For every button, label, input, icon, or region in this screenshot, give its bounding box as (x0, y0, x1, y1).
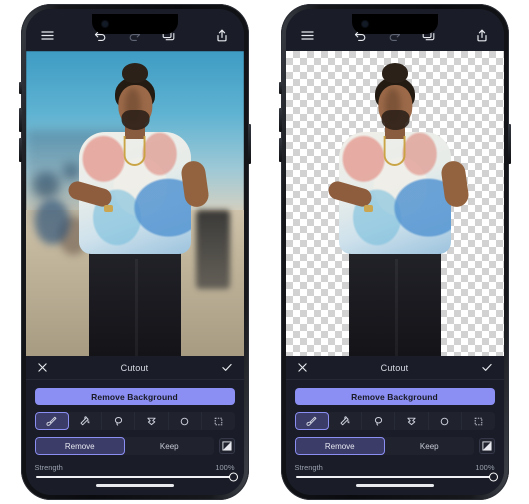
keep-mode-button[interactable]: Keep (385, 437, 474, 455)
power-button[interactable] (247, 124, 251, 164)
panel-body: Remove Background Remove Keep Strength 1… (26, 380, 244, 491)
invert-selection-icon[interactable] (218, 438, 235, 454)
subject-pants (88, 243, 181, 356)
canvas-right[interactable] (285, 51, 504, 356)
strength-value: 100% (215, 463, 235, 472)
mode-row: Remove Keep (294, 437, 495, 455)
mode-segmented-control: Remove Keep (294, 437, 474, 455)
magic-wand-tool[interactable] (329, 412, 363, 430)
subject-hair-bun (121, 63, 148, 84)
home-indicator (95, 484, 174, 487)
subject-necklace (383, 136, 406, 167)
checkmark-icon[interactable] (220, 361, 234, 375)
front-camera-icon (361, 21, 368, 27)
cutout-panel-right: Cutout Remove Background Remove Keep Str… (285, 356, 504, 495)
cutout-panel-left: Cutout Remove Background Remove Keep Str… (25, 356, 244, 495)
rectangle-select-tool[interactable] (462, 412, 494, 430)
brush-tool[interactable] (34, 412, 69, 430)
remove-mode-button[interactable]: Remove (34, 437, 125, 455)
phone-right: Cutout Remove Background Remove Keep Str… (278, 4, 511, 500)
canvas-left[interactable] (25, 51, 244, 356)
panel-title: Cutout (120, 362, 149, 373)
mode-row: Remove Keep (34, 437, 235, 455)
lasso-tool[interactable] (102, 412, 136, 430)
keep-mode-button[interactable]: Keep (125, 437, 214, 455)
subject-pants (348, 243, 441, 356)
rectangle-select-tool[interactable] (202, 412, 234, 430)
home-indicator (355, 484, 434, 487)
lasso-tool[interactable] (362, 412, 396, 430)
strength-slider[interactable] (35, 472, 238, 482)
subject-hair-bun (381, 63, 408, 84)
notch (351, 14, 438, 34)
panel-body: Remove Background Remove Keep Strength 1… (286, 380, 504, 491)
mute-switch[interactable] (279, 82, 282, 94)
polygon-lasso-tool[interactable] (395, 412, 429, 430)
remove-background-button[interactable]: Remove Background (34, 388, 235, 405)
checkmark-icon[interactable] (480, 361, 494, 375)
front-camera-icon (101, 21, 108, 27)
volume-up-button[interactable] (278, 108, 282, 132)
strength-label: Strength (294, 463, 323, 472)
panel-header: Cutout (285, 356, 504, 380)
volume-up-button[interactable] (18, 108, 22, 132)
strength-value: 100% (475, 463, 495, 472)
share-icon[interactable] (472, 26, 492, 44)
subject-beard (121, 110, 150, 131)
panel-title: Cutout (380, 362, 409, 373)
notch (91, 14, 178, 34)
tool-row (294, 412, 495, 430)
magic-wand-tool[interactable] (69, 412, 103, 430)
phone-right-screen: Cutout Remove Background Remove Keep Str… (285, 9, 504, 495)
power-button[interactable] (507, 124, 511, 164)
close-x-icon[interactable] (296, 361, 310, 375)
tool-row (34, 412, 235, 430)
volume-down-button[interactable] (18, 138, 22, 162)
share-icon[interactable] (212, 26, 232, 44)
subject-watch (104, 205, 114, 213)
subject-person-cutout (319, 51, 471, 356)
strength-slider-knob[interactable] (488, 472, 498, 482)
ellipse-select-tool[interactable] (429, 412, 463, 430)
strength-slider-block: Strength 100% (294, 463, 498, 482)
strength-slider-block: Strength 100% (34, 463, 238, 482)
remove-background-button[interactable]: Remove Background (294, 388, 495, 405)
screenshot-stage: Cutout Remove Background Remove Keep Str… (0, 0, 529, 504)
mode-segmented-control: Remove Keep (34, 437, 214, 455)
strength-slider-knob[interactable] (228, 472, 238, 482)
polygon-lasso-tool[interactable] (135, 412, 169, 430)
subject-watch (364, 205, 374, 213)
strength-slider[interactable] (295, 472, 498, 482)
hamburger-menu-icon[interactable] (38, 26, 58, 44)
invert-selection-icon[interactable] (478, 438, 495, 454)
close-x-icon[interactable] (36, 361, 50, 375)
subject-person (59, 51, 211, 356)
subject-necklace (123, 136, 146, 167)
remove-mode-button[interactable]: Remove (294, 437, 385, 455)
phone-left-screen: Cutout Remove Background Remove Keep Str… (25, 9, 244, 495)
panel-header: Cutout (25, 356, 244, 380)
brush-tool[interactable] (294, 412, 329, 430)
hamburger-menu-icon[interactable] (298, 26, 318, 44)
ellipse-select-tool[interactable] (169, 412, 203, 430)
mute-switch[interactable] (19, 82, 22, 94)
phone-left: Cutout Remove Background Remove Keep Str… (18, 4, 251, 500)
strength-label: Strength (34, 463, 63, 472)
volume-down-button[interactable] (278, 138, 282, 162)
subject-beard (381, 110, 410, 131)
